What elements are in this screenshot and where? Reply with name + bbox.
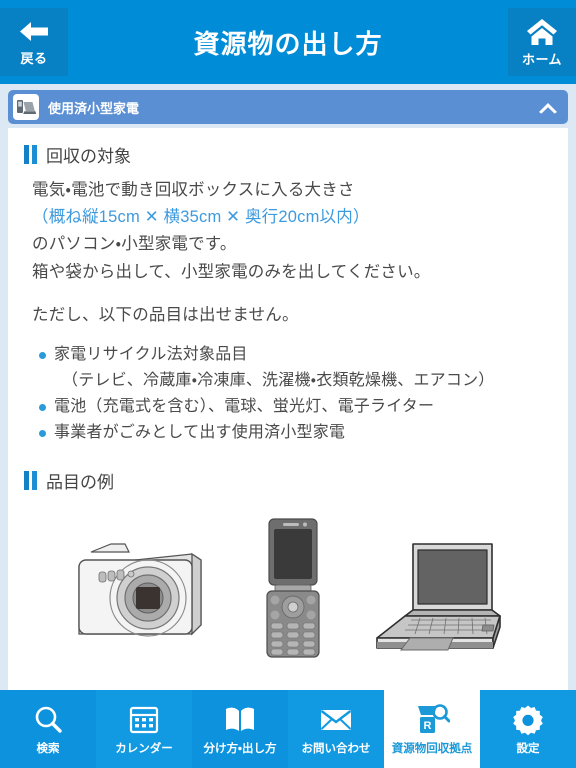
- list-item-text: 電池（充電式を含む）、電球、蛍光灯、電子ライター: [54, 397, 435, 415]
- section-heading-item-examples: 品目の例: [24, 468, 552, 493]
- list-item-subtext: （テレビ、冷蔵庫・冷凍庫、洗濯機・衣類乾燥機、エアコン）: [62, 372, 495, 389]
- svg-text:R: R: [424, 720, 432, 732]
- arrow-left-icon: [17, 18, 51, 46]
- bottom-tab-bar: 検索 カレンダー 分け方・出し方 お問い合わせ R 資源物回収拠点 設定: [0, 690, 576, 768]
- recycle-search-icon: R: [414, 703, 450, 737]
- tab-resource-collection-points[interactable]: R 資源物回収拠点: [384, 690, 480, 768]
- tab-settings[interactable]: 設定: [480, 690, 576, 768]
- app-header: 戻る 資源物の出し方 ホーム: [0, 0, 576, 84]
- back-button[interactable]: 戻る: [0, 8, 68, 76]
- calendar-icon: [128, 703, 160, 737]
- tab-label: 分け方・出し方: [203, 742, 277, 755]
- list-item: 電池（充電式を含む）、電球、蛍光灯、電子ライター: [38, 394, 552, 420]
- target-size-line: （概ね縦15cm ✕ 横35cm ✕ 奥行20cm以内）: [32, 208, 370, 227]
- tab-label: お問い合わせ: [301, 742, 371, 755]
- list-item: 事業者がごみとして出す使用済小型家電: [38, 420, 552, 446]
- heading-marker-icon: [24, 470, 37, 490]
- content-body: 回収の対象 電気・電池で動き回収ボックスに入る大きさ （概ね縦15cm ✕ 横3…: [8, 128, 568, 665]
- list-item: 家電リサイクル法対象品目 （テレビ、冷蔵庫・冷凍庫、洗濯機・衣類乾燥機、エアコン…: [38, 342, 552, 394]
- target-line-4: 箱や袋から出して、小型家電のみを出してください。: [32, 262, 431, 281]
- collection-target-paragraph: 電気・電池で動き回収ボックスに入る大きさ （概ね縦15cm ✕ 横35cm ✕ …: [24, 177, 552, 329]
- section-heading-label: 品目の例: [46, 472, 114, 492]
- search-icon: [32, 703, 64, 737]
- tab-label: 設定: [516, 742, 540, 755]
- phone-laptop-icon: [13, 94, 39, 120]
- tab-label: 資源物回収拠点: [391, 742, 473, 755]
- section-heading-collection-target: 回収の対象: [24, 142, 552, 167]
- laptop-illustration: [365, 530, 525, 665]
- heading-marker-icon: [24, 145, 37, 164]
- home-button-label: ホーム: [521, 51, 563, 67]
- back-button-label: 戻る: [20, 50, 48, 66]
- flip-phone-illustration: [255, 515, 331, 665]
- gear-icon: [512, 703, 544, 737]
- item-examples-gallery: [24, 503, 552, 665]
- home-button[interactable]: ホーム: [508, 8, 576, 76]
- tab-sorting-guide[interactable]: 分け方・出し方: [192, 690, 288, 768]
- page-title: 資源物の出し方: [193, 28, 383, 59]
- home-icon: [524, 17, 560, 47]
- tab-calendar[interactable]: カレンダー: [96, 690, 192, 768]
- mail-icon: [319, 703, 353, 737]
- section-heading-label: 回収の対象: [46, 147, 131, 166]
- accordion-title: 使用済小型家電: [48, 100, 140, 116]
- list-item-text: 事業者がごみとして出す使用済小型家電: [54, 423, 346, 441]
- list-item-text: 家電リサイクル法対象品目: [54, 346, 248, 364]
- target-line-1: 電気・電池で動き回収ボックスに入る大きさ: [32, 181, 355, 199]
- tab-search[interactable]: 検索: [0, 690, 96, 768]
- chevron-up-icon[interactable]: [538, 101, 558, 114]
- accordion-header-used-small-appliances[interactable]: 使用済小型家電: [8, 90, 568, 124]
- digital-camera-illustration: [51, 530, 221, 665]
- exclusion-note: ただし、以下の品目は出せません。: [32, 305, 299, 324]
- excluded-items-list: 家電リサイクル法対象品目 （テレビ、冷蔵庫・冷凍庫、洗濯機・衣類乾燥機、エアコン…: [24, 342, 552, 446]
- target-line-3: のパソコン・小型家電です。: [32, 235, 237, 254]
- app-root: 戻る 資源物の出し方 ホーム 使用済小型家電 回収の対象 電気・電池で動き回収ボ…: [0, 0, 576, 768]
- content-panel: 回収の対象 電気・電池で動き回収ボックスに入る大きさ （概ね縦15cm ✕ 横3…: [8, 128, 568, 690]
- tab-label: 検索: [36, 742, 60, 755]
- tab-contact[interactable]: お問い合わせ: [288, 690, 384, 768]
- book-icon: [223, 703, 257, 737]
- tab-label: カレンダー: [115, 742, 173, 755]
